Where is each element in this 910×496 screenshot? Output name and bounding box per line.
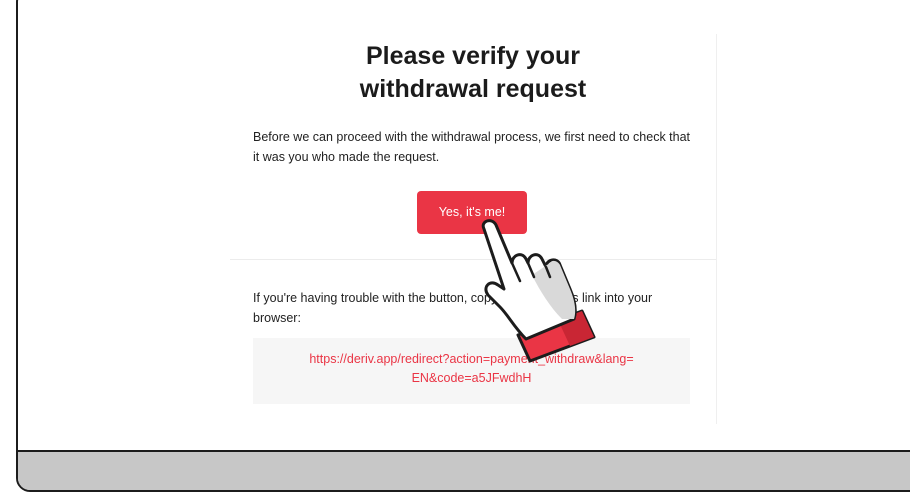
email-title-line-1: Please verify your	[365, 42, 580, 70]
hand-pointer-icon	[481, 219, 596, 363]
redirect-link-line-2[interactable]: EN&code=a5JFwdhH	[273, 369, 670, 388]
email-title-line-2: withdrawal request	[359, 75, 587, 103]
hand-palm	[481, 219, 577, 341]
device-frame: Please verify your withdrawal request Be…	[16, 0, 910, 492]
device-bottom-bezel	[18, 450, 910, 490]
email-intro-text: Before we can proceed with the withdrawa…	[253, 130, 691, 164]
email-title: Please verify your withdrawal request	[230, 40, 716, 106]
